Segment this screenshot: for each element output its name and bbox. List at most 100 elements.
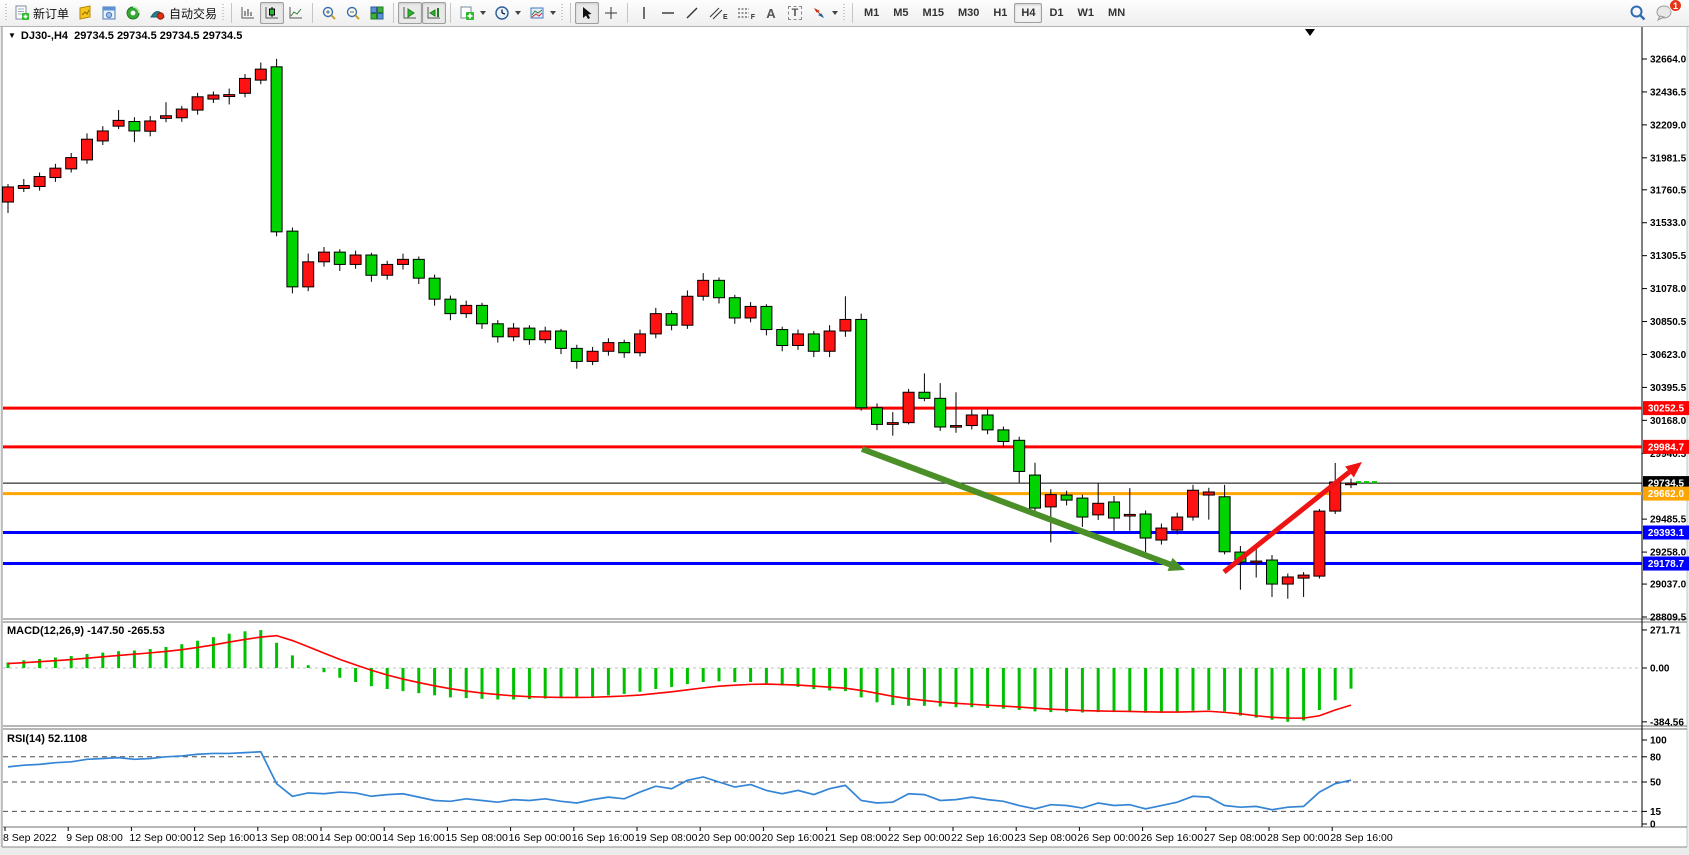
price-tick-label: 32436.5 — [1650, 87, 1687, 98]
timeframe-H1[interactable]: H1 — [986, 3, 1014, 23]
candle-body — [492, 324, 503, 337]
notifications-button[interactable]: 1 — [1651, 2, 1677, 24]
candle-body — [1203, 492, 1214, 495]
equidistant-channel-button[interactable]: E — [704, 2, 732, 24]
new-order-button[interactable]: 新订单 — [10, 2, 73, 24]
cursor-button[interactable] — [575, 2, 599, 24]
timeframe-D1[interactable]: D1 — [1042, 3, 1070, 23]
candle-body — [1077, 498, 1088, 517]
candle-body — [1282, 577, 1293, 584]
toolbar-separator — [393, 3, 394, 23]
price-tick-label: 31533.0 — [1650, 218, 1687, 229]
templates-button[interactable] — [525, 2, 560, 24]
vertical-line-button[interactable] — [632, 2, 656, 24]
autotrading-icon — [149, 5, 166, 21]
rsi-value: 52.1108 — [48, 733, 87, 745]
price-line-label: 29984.7 — [1648, 442, 1685, 453]
candle-body — [998, 430, 1009, 442]
time-axis-label: 14 Sep 00:00 — [319, 832, 382, 844]
autotrading-button[interactable]: 自动交易 — [145, 2, 221, 24]
timeframe-M30[interactable]: M30 — [951, 3, 986, 23]
candle-body — [161, 116, 172, 119]
data-window-icon — [101, 5, 117, 21]
candle-body — [982, 415, 993, 430]
candle-body — [603, 343, 614, 352]
dropdown-caret-icon — [515, 11, 521, 15]
time-axis-label: 28 Sep 00:00 — [1267, 832, 1330, 844]
text-label-icon: T — [788, 6, 803, 20]
macd-tick-label: 0.00 — [1650, 664, 1670, 675]
text-button[interactable]: A — [759, 2, 783, 24]
candle-body — [1109, 502, 1120, 518]
periods-button[interactable] — [490, 2, 525, 24]
channel-letter: E — [723, 14, 728, 21]
candle-body — [856, 319, 867, 407]
candlestick-chart-button[interactable] — [260, 2, 284, 24]
text-label-button[interactable]: T — [783, 2, 807, 24]
chart-header: ▼DJ30-,H4 29734.5 29734.5 29734.5 29734.… — [8, 30, 242, 42]
candle-body — [113, 120, 124, 126]
data-window-button[interactable] — [97, 2, 121, 24]
rsi-tick-label: 15 — [1650, 807, 1662, 818]
main-toolbar: 新订单 自动交易 — [0, 0, 1689, 27]
trading-terminal-window: { "toolbar": { "new_order_label": "新订单",… — [0, 0, 1689, 855]
chart-background — [2, 27, 1687, 847]
candle-body — [619, 343, 630, 353]
tile-windows-button[interactable] — [365, 2, 389, 24]
chart-shift-button[interactable] — [422, 2, 446, 24]
candle-body — [1156, 528, 1167, 540]
ohlc-values: 29734.5 29734.5 29734.5 29734.5 — [74, 30, 242, 42]
timeframe-H4[interactable]: H4 — [1014, 3, 1042, 23]
time-axis-label: 12 Sep 00:00 — [129, 832, 192, 844]
timeframe-M15[interactable]: M15 — [916, 3, 951, 23]
time-axis-label: 20 Sep 00:00 — [698, 832, 761, 844]
bar-chart-button[interactable] — [236, 2, 260, 24]
toolbar-separator — [450, 3, 451, 23]
arrows-button[interactable] — [807, 2, 842, 24]
price-tick-label: 29485.5 — [1650, 515, 1687, 526]
candle-body — [666, 314, 677, 326]
timeframe-MN[interactable]: MN — [1101, 3, 1132, 23]
price-line-label: 29662.0 — [1648, 489, 1685, 500]
rsi-indicator-label: RSI(14) 52.1108 — [7, 733, 87, 745]
trendline-button[interactable] — [680, 2, 704, 24]
timeframe-M5[interactable]: M5 — [886, 3, 915, 23]
horizontal-line-button[interactable] — [656, 2, 680, 24]
fibonacci-button[interactable]: F — [732, 2, 759, 24]
zoom-in-button[interactable] — [317, 2, 341, 24]
toolbar-separator — [312, 3, 313, 23]
candle-body — [3, 187, 14, 202]
chart-expander-icon[interactable]: ▼ — [8, 31, 16, 40]
crosshair-icon — [603, 5, 619, 21]
periods-clock-icon — [494, 5, 510, 21]
price-tick-label: 28809.5 — [1650, 613, 1687, 624]
candle-body — [50, 168, 61, 177]
candle-body — [192, 97, 203, 110]
candle-body — [334, 252, 345, 264]
toolbar-separator — [627, 3, 628, 23]
navigator-button[interactable] — [121, 2, 145, 24]
auto-scroll-button[interactable] — [398, 2, 422, 24]
candle-body — [1140, 514, 1151, 538]
search-button[interactable] — [1625, 2, 1651, 24]
charts-button[interactable] — [73, 2, 97, 24]
time-axis-label: 22 Sep 00:00 — [888, 832, 951, 844]
candle-body — [887, 423, 898, 425]
candle-body — [445, 299, 456, 313]
zoom-out-button[interactable] — [341, 2, 365, 24]
line-chart-button[interactable] — [284, 2, 308, 24]
timeframe-M1[interactable]: M1 — [857, 3, 886, 23]
candle-body — [1251, 561, 1262, 563]
time-axis-label: 8 Sep 2022 — [3, 832, 57, 844]
toolbar-separator — [231, 3, 232, 23]
crosshair-button[interactable] — [599, 2, 623, 24]
candle-body — [903, 392, 914, 422]
candle-body — [966, 415, 977, 426]
candle-body — [587, 351, 598, 361]
candle-body — [208, 95, 219, 99]
new-chart-button[interactable] — [455, 2, 490, 24]
candle-body — [240, 78, 251, 93]
timeframe-W1[interactable]: W1 — [1071, 3, 1102, 23]
candle-body — [1030, 475, 1041, 508]
time-axis-label: 16 Sep 16:00 — [572, 832, 635, 844]
